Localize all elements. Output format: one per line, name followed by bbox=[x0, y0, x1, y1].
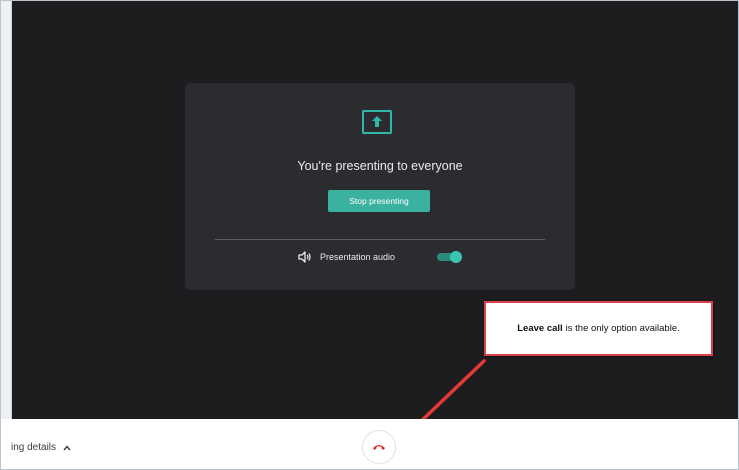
toggle-thumb bbox=[450, 251, 462, 263]
stage-left-edge bbox=[1, 1, 12, 419]
callout-text: is the only option available. bbox=[565, 323, 680, 334]
meeting-bottom-bar: ing details bbox=[1, 419, 738, 469]
meeting-details-label: ing details bbox=[11, 442, 57, 453]
presenting-title: You're presenting to everyone bbox=[297, 159, 463, 173]
stop-presenting-button[interactable]: Stop presenting bbox=[328, 190, 430, 212]
meeting-details-button[interactable]: ing details bbox=[11, 442, 72, 453]
presentation-audio-label: Presentation audio bbox=[320, 252, 396, 262]
presentation-audio-row: Presentation audio bbox=[298, 249, 395, 265]
speaker-icon bbox=[298, 251, 311, 263]
screenshot-frame: You're presenting to everyone Stop prese… bbox=[0, 0, 739, 470]
presentation-audio-toggle[interactable] bbox=[435, 251, 463, 263]
chevron-up-icon bbox=[63, 444, 71, 450]
divider bbox=[215, 239, 545, 240]
presenting-card: You're presenting to everyone Stop prese… bbox=[185, 83, 575, 290]
callout-bold-text: Leave call bbox=[517, 323, 563, 334]
hang-up-phone-icon bbox=[373, 445, 385, 450]
present-to-all-icon bbox=[362, 110, 392, 134]
leave-call-button[interactable] bbox=[362, 430, 396, 464]
meeting-stage: You're presenting to everyone Stop prese… bbox=[1, 1, 738, 419]
annotation-callout: Leave call is the only option available. bbox=[484, 301, 713, 356]
